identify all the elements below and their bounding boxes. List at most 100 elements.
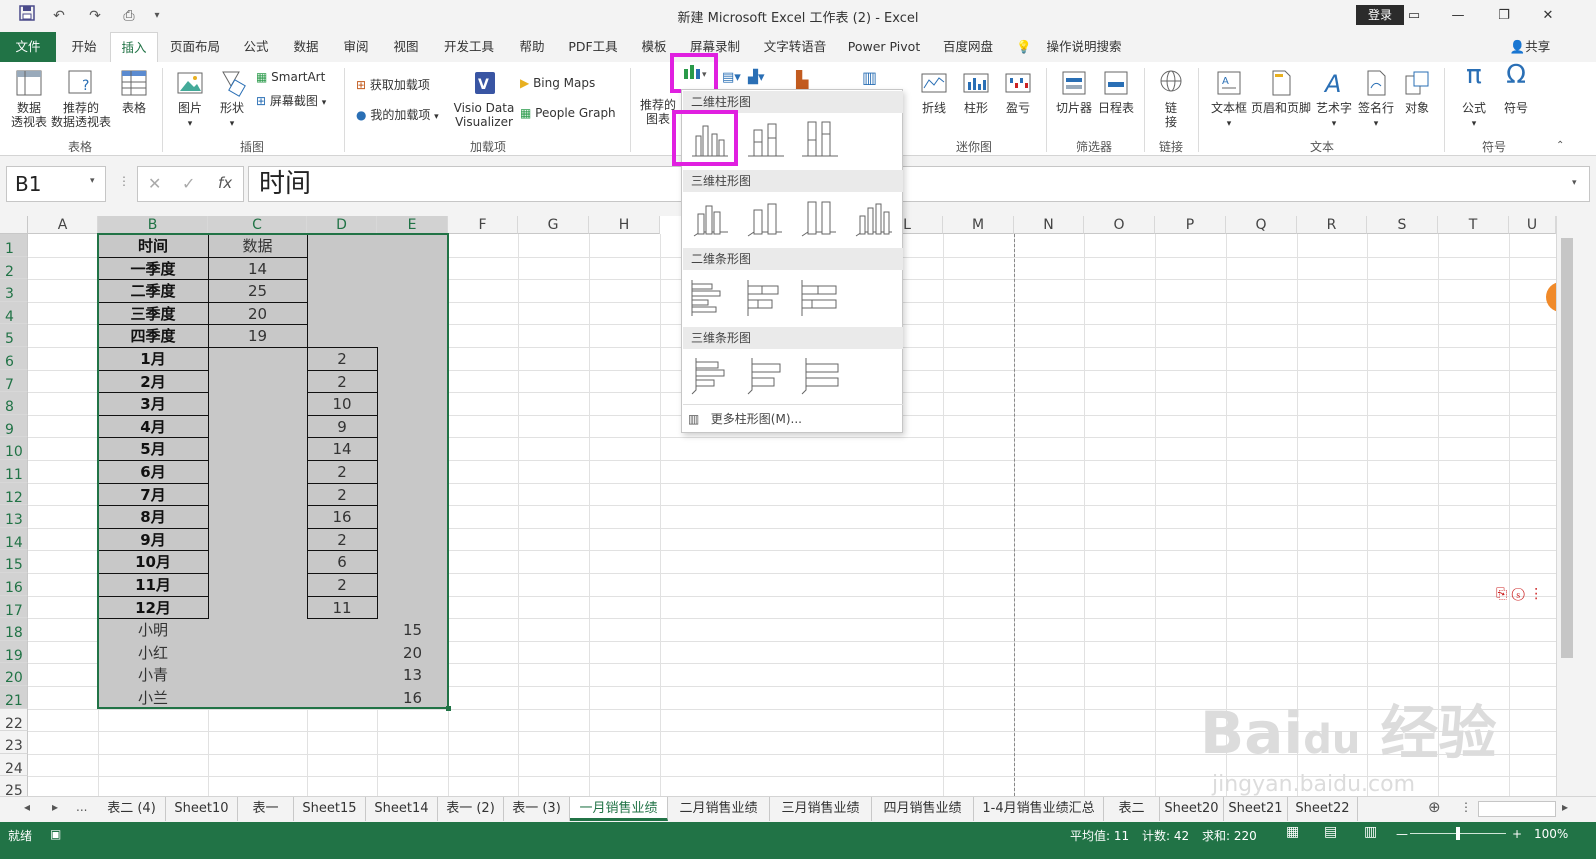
my-addins-button[interactable]: ● 我的加载项 ▾ bbox=[356, 106, 439, 123]
sheet-tab[interactable]: Sheet20 bbox=[1160, 797, 1224, 821]
row-header-4[interactable]: 4 bbox=[0, 301, 28, 325]
row-header-24[interactable]: 24 bbox=[0, 753, 28, 777]
row-header-25[interactable]: 25 bbox=[0, 776, 28, 796]
ribbon-display-icon[interactable]: ▭ bbox=[1392, 4, 1436, 28]
tab-review[interactable]: 审阅 bbox=[334, 32, 378, 62]
row-header-5[interactable]: 5 bbox=[0, 324, 28, 347]
visio-data-visualizer-button[interactable]: V Visio Data Visualizer bbox=[452, 68, 516, 129]
shapes-button[interactable]: 形状 ▾ bbox=[212, 68, 252, 131]
column-header-r[interactable]: R bbox=[1297, 216, 1367, 234]
3d-column-option[interactable] bbox=[852, 196, 896, 240]
column-header-m[interactable]: M bbox=[943, 216, 1014, 234]
pictures-button[interactable]: 图片 ▾ bbox=[172, 68, 208, 131]
column-header-f[interactable]: F bbox=[448, 216, 518, 234]
name-box-dropdown-icon[interactable]: ▾ bbox=[90, 176, 95, 186]
3d-clustered-column-option[interactable] bbox=[688, 196, 732, 240]
slicer-button[interactable]: 切片器 bbox=[1054, 68, 1094, 115]
row-header-13[interactable]: 13 bbox=[0, 505, 28, 528]
prev-sheet-icon[interactable]: ◂ bbox=[24, 800, 30, 814]
vertical-scrollbar[interactable] bbox=[1556, 216, 1596, 796]
tab-view[interactable]: 视图 bbox=[384, 32, 428, 62]
tab-power-pivot[interactable]: Power Pivot bbox=[842, 32, 926, 62]
normal-view-icon[interactable]: ▦ bbox=[1286, 824, 1299, 840]
sheet-tab[interactable]: 表二 (4) bbox=[98, 797, 166, 821]
row-header-22[interactable]: 22 bbox=[0, 708, 28, 732]
sheet-tab[interactable]: 一月销售业绩 bbox=[570, 797, 668, 821]
timeline-button[interactable]: 日程表 bbox=[1096, 68, 1136, 115]
row-header-16[interactable]: 16 bbox=[0, 573, 28, 596]
combo-chart-icon[interactable]: ▙ bbox=[796, 70, 808, 89]
textbox-button[interactable]: A 文本框 ▾ bbox=[1206, 68, 1252, 131]
100-stacked-bar-option[interactable] bbox=[798, 276, 842, 320]
waterfall-chart-icon[interactable]: ▟▾ bbox=[748, 70, 765, 85]
object-button[interactable]: 对象 bbox=[1398, 68, 1436, 115]
more-sheets-left[interactable]: ... bbox=[76, 800, 87, 814]
tab-help[interactable]: 帮助 bbox=[510, 32, 554, 62]
sheet-tab[interactable]: Sheet15 bbox=[294, 797, 366, 821]
column-header-s[interactable]: S bbox=[1367, 216, 1438, 234]
3d-stacked-bar-option[interactable] bbox=[744, 354, 788, 398]
sparkline-line-button[interactable]: 折线 bbox=[916, 68, 952, 115]
close-icon[interactable]: ✕ bbox=[1526, 4, 1570, 28]
minimize-icon[interactable]: — bbox=[1436, 4, 1480, 28]
more-column-charts-item[interactable]: ▥ 更多柱形图(M)... bbox=[688, 410, 802, 427]
zoom-level[interactable]: 100% bbox=[1534, 827, 1568, 841]
sheet-tab[interactable]: 四月销售业绩 bbox=[872, 797, 974, 821]
collapse-ribbon-icon[interactable]: ⌃ bbox=[1556, 140, 1564, 151]
sheet-tab[interactable]: 表一 (3) bbox=[504, 797, 570, 821]
sheet-tab[interactable]: Sheet10 bbox=[166, 797, 238, 821]
tab-file[interactable]: 文件 bbox=[0, 32, 56, 62]
sheet-tab[interactable]: 表二 bbox=[1104, 797, 1160, 821]
smartart-button[interactable]: ▦ SmartArt bbox=[256, 70, 325, 84]
wordart-button[interactable]: A 艺术字 ▾ bbox=[1314, 68, 1354, 131]
column-header-o[interactable]: O bbox=[1084, 216, 1155, 234]
enter-icon[interactable]: ✓ bbox=[182, 174, 195, 193]
row-header-7[interactable]: 7 bbox=[0, 369, 28, 393]
row-header-19[interactable]: 19 bbox=[0, 640, 28, 664]
tab-home[interactable]: 开始 bbox=[62, 32, 106, 62]
zoom-out-icon[interactable]: — bbox=[1396, 827, 1408, 841]
formula-input[interactable]: 时间 bbox=[248, 166, 1590, 202]
clustered-column-option[interactable] bbox=[688, 116, 732, 160]
row-header-2[interactable]: 2 bbox=[0, 256, 28, 280]
scroll-right-icon[interactable]: ▸ bbox=[1562, 800, 1568, 814]
select-all-corner[interactable] bbox=[0, 216, 28, 234]
row-header-9[interactable]: 9 bbox=[0, 414, 28, 438]
column-chart-button-highlight[interactable]: ▾ bbox=[670, 53, 718, 93]
get-addins-button[interactable]: ⊞ 获取加载项 bbox=[356, 76, 430, 93]
restore-icon[interactable]: ❐ bbox=[1482, 4, 1526, 28]
sheet-tab[interactable]: 三月销售业绩 bbox=[770, 797, 872, 821]
next-sheet-icon[interactable]: ▸ bbox=[52, 800, 58, 814]
row-header-3[interactable]: 3 bbox=[0, 279, 28, 302]
macro-record-icon[interactable]: ▣ bbox=[50, 827, 61, 841]
column-header-u[interactable]: U bbox=[1509, 216, 1556, 234]
floating-assistant-icon[interactable] bbox=[1546, 282, 1556, 312]
row-header-10[interactable]: 10 bbox=[0, 437, 28, 460]
sheet-tab[interactable]: 1-4月销售业绩汇总 bbox=[974, 797, 1104, 821]
3d-stacked-column-option[interactable] bbox=[742, 196, 786, 240]
column-header-a[interactable]: A bbox=[28, 216, 98, 234]
100-stacked-column-option[interactable] bbox=[798, 116, 842, 160]
sheet-tab[interactable]: Sheet21 bbox=[1224, 797, 1288, 821]
cancel-icon[interactable]: ✕ bbox=[148, 174, 161, 193]
pivottable-button[interactable]: 数据 透视表 bbox=[6, 68, 52, 129]
header-footer-button[interactable]: 页眉和页脚 bbox=[1250, 68, 1312, 115]
tab-data[interactable]: 数据 bbox=[284, 32, 328, 62]
tab-text-to-speech[interactable]: 文字转语音 bbox=[756, 32, 834, 62]
column-header-q[interactable]: Q bbox=[1226, 216, 1297, 234]
column-header-e[interactable]: E bbox=[377, 216, 448, 234]
3d-100-stacked-column-option[interactable] bbox=[796, 196, 840, 240]
column-header-p[interactable]: P bbox=[1155, 216, 1226, 234]
page-break-view-icon[interactable]: ▥ bbox=[1364, 824, 1377, 840]
row-header-23[interactable]: 23 bbox=[0, 731, 28, 754]
column-header-g[interactable]: G bbox=[518, 216, 589, 234]
sheet-tab[interactable]: 二月销售业绩 bbox=[668, 797, 770, 821]
sheet-tab[interactable]: Sheet22 bbox=[1288, 797, 1358, 821]
sheet-tab[interactable]: 表一 bbox=[238, 797, 294, 821]
tab-pdf-tools[interactable]: PDF工具 bbox=[562, 32, 624, 62]
symbol-button[interactable]: Ω 符号 bbox=[1496, 62, 1536, 115]
column-header-c[interactable]: C bbox=[208, 216, 307, 234]
3d-clustered-bar-option[interactable] bbox=[688, 354, 732, 398]
screenshot-button[interactable]: ⊞ 屏幕截图 ▾ bbox=[256, 92, 326, 109]
zoom-in-icon[interactable]: + bbox=[1512, 827, 1522, 841]
